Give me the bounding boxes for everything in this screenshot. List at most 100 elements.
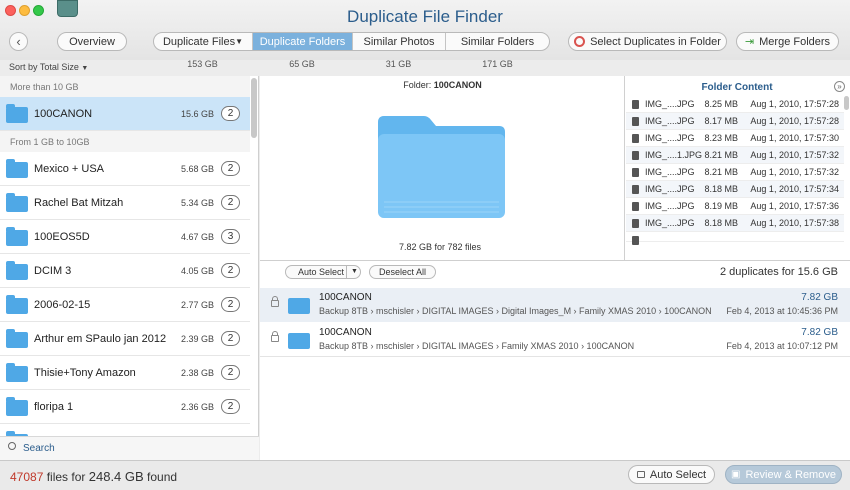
preview-caption: 7.82 GB for 782 files xyxy=(398,242,482,252)
auto-select-button[interactable]: Auto Select xyxy=(628,465,715,484)
list-item[interactable]: 100CANON 15.6 GB 2 xyxy=(0,97,250,131)
folder-content-panel: IMG_....JPG 8.25 MB Aug 1, 2010, 17:57:28 … xyxy=(624,76,850,260)
file-row[interactable]: IMG_....JPG 8.25 MB Aug 1, 2010, 17:57:28 xyxy=(626,96,844,113)
folder-size: 4.67 GB xyxy=(180,232,214,242)
back-button[interactable]: ‹ xyxy=(9,32,28,51)
preview-label: Folder: xyxy=(403,80,432,90)
folder-size: 2.38 GB xyxy=(180,368,214,378)
list-item[interactable]: DCIM 3 4.05 GB 2 xyxy=(0,254,250,288)
folder-list: More than 10 GB 100CANON 15.6 GB 2 From … xyxy=(0,76,259,460)
total-size: 248.4 GB xyxy=(88,469,144,484)
file-row[interactable]: IMG_....JPG 8.19 MB Aug 1, 2010, 17:57:36 xyxy=(626,198,844,215)
lock-icon[interactable] xyxy=(271,296,279,307)
folder-size: 5.68 GB xyxy=(180,164,214,174)
duplicate-count-badge: 2 xyxy=(221,365,240,380)
file-size: 8.19 MB xyxy=(704,201,738,211)
deselect-all-button[interactable]: Deselect All xyxy=(369,265,436,279)
tab-duplicate-folders[interactable]: Duplicate Folders xyxy=(253,33,353,50)
review-remove-button[interactable]: ▣ Review & Remove xyxy=(725,465,842,484)
file-row[interactable]: IMG_....JPG 8.21 MB Aug 1, 2010, 17:57:32 xyxy=(626,164,844,181)
duplicate-count-badge: 2 xyxy=(221,399,240,414)
select-duplicates-button[interactable]: Select Duplicates in Folder xyxy=(568,32,727,51)
folder-size: 4.05 GB xyxy=(180,266,214,276)
search-icon xyxy=(8,442,16,450)
file-date: Aug 1, 2010, 17:57:38 xyxy=(750,218,839,228)
file-row[interactable]: IMG_....1.JPG 8.21 MB Aug 1, 2010, 17:57:3… xyxy=(626,147,844,164)
list-item[interactable]: Mexico + USA 5.68 GB 2 xyxy=(0,152,250,186)
folder-icon xyxy=(6,193,28,212)
folder-icon xyxy=(6,329,28,348)
tab-label: Duplicate Folders xyxy=(259,35,346,48)
folder-size: 2.39 GB xyxy=(180,334,214,344)
file-row[interactable]: IMG_....JPG 8.18 MB Aug 1, 2010, 17:57:38 xyxy=(626,215,844,232)
tab-duplicate-files[interactable]: Duplicate Files ▼ xyxy=(154,33,253,50)
folder-name: 2006-02-15 xyxy=(34,299,91,311)
list-item[interactable]: floripa 1 2.36 GB 2 xyxy=(0,390,250,424)
duplicate-count-badge: 2 xyxy=(221,331,240,346)
sort-dropdown[interactable]: Sort by Total Size ▼ xyxy=(9,62,88,72)
image-file-icon xyxy=(632,168,639,177)
chevron-left-icon: ‹ xyxy=(16,34,21,49)
lock-icon xyxy=(636,471,645,478)
merge-icon: ⇥ xyxy=(744,36,755,48)
image-file-icon xyxy=(632,100,639,109)
file-row[interactable]: IMG_....JPG 8.17 MB Aug 1, 2010, 17:57:28 xyxy=(626,113,844,130)
file-size: 8.23 MB xyxy=(704,133,738,143)
section-header: From 1 GB to 10GB xyxy=(0,131,250,152)
list-item[interactable]: 100EOS5D 4.67 GB 3 xyxy=(0,220,250,254)
collapse-panel-icon[interactable]: » xyxy=(834,81,845,92)
chevron-down-icon: ▼ xyxy=(346,266,358,278)
select-duplicates-label: Select Duplicates in Folder xyxy=(590,35,721,48)
file-date: Aug 1, 2010, 17:57:36 xyxy=(750,201,839,211)
auto-select-label: Auto Select xyxy=(298,267,345,277)
auto-select-dropdown[interactable]: Auto Select ▼ xyxy=(285,265,361,279)
tab-label: Similar Folders xyxy=(460,35,535,48)
file-row[interactable]: IMG_....JPG 8.23 MB Aug 1, 2010, 17:57:30 xyxy=(626,130,844,147)
duplicate-row[interactable]: 100CANON Backup 8TB › mschisler › DIGITA… xyxy=(260,288,850,322)
window-title: Duplicate File Finder xyxy=(347,7,503,26)
file-date: Aug 1, 2010, 17:57:28 xyxy=(750,99,839,109)
file-size: 8.17 MB xyxy=(704,116,738,126)
sort-label: Sort by Total Size xyxy=(9,62,79,72)
duplicate-count-badge: 2 xyxy=(221,161,240,176)
duplicate-path: Backup 8TB › mschisler › DIGITAL IMAGES … xyxy=(319,306,712,316)
folder-name: Rachel Bat Mitzah xyxy=(34,197,124,209)
folder-icon xyxy=(6,159,28,178)
search-input[interactable]: Search xyxy=(23,443,55,454)
preview-title: Folder: 100CANON xyxy=(260,80,625,90)
list-item[interactable]: Thisie+Tony Amazon 2.38 GB 2 xyxy=(0,356,250,390)
files-count: 47087 xyxy=(10,470,44,484)
tab-similar-photos[interactable]: Similar Photos xyxy=(353,33,446,50)
duplicate-size: 7.82 GB xyxy=(801,327,838,338)
image-file-icon xyxy=(632,219,639,228)
duplicate-count-badge: 2 xyxy=(221,263,240,278)
folder-icon xyxy=(6,227,28,246)
duplicate-name: 100CANON xyxy=(319,292,372,303)
list-item[interactable]: Rachel Bat Mitzah 5.34 GB 2 xyxy=(0,186,250,220)
list-item[interactable]: 2006-02-15 2.77 GB 2 xyxy=(0,288,250,322)
folder-content-title: Folder Content xyxy=(701,82,773,93)
trash-icon: ▣ xyxy=(731,469,741,480)
image-file-icon xyxy=(632,134,639,143)
list-item[interactable]: Arthur em SPaulo jan 2012 2.39 GB 2 xyxy=(0,322,250,356)
tab-similar-folders[interactable]: Similar Folders xyxy=(446,33,549,50)
folder-size: 15.6 GB xyxy=(180,109,214,119)
duplicate-count-badge: 2 xyxy=(221,106,240,121)
overview-button[interactable]: Overview xyxy=(57,32,127,51)
lock-icon[interactable] xyxy=(271,331,279,342)
folder-icon xyxy=(288,333,310,349)
folder-name: floripa 1 xyxy=(34,401,74,413)
folder-icon xyxy=(288,298,310,314)
merge-folders-button[interactable]: ⇥ Merge Folders xyxy=(736,32,839,51)
files-text: files for xyxy=(46,470,86,484)
tab-size: 171 GB xyxy=(482,59,513,69)
sidebar-scrollbar[interactable] xyxy=(251,78,257,138)
tab-label: Duplicate Files xyxy=(162,35,236,48)
file-row[interactable] xyxy=(626,232,844,245)
tab-size: 31 GB xyxy=(385,59,412,69)
file-size: 8.25 MB xyxy=(704,99,738,109)
folder-name: Thisie+Tony Amazon xyxy=(34,367,136,379)
content-scrollbar[interactable] xyxy=(844,96,849,110)
duplicate-row[interactable]: 100CANON Backup 8TB › mschisler › DIGITA… xyxy=(260,323,850,357)
file-row[interactable]: IMG_....JPG 8.18 MB Aug 1, 2010, 17:57:34 xyxy=(626,181,844,198)
